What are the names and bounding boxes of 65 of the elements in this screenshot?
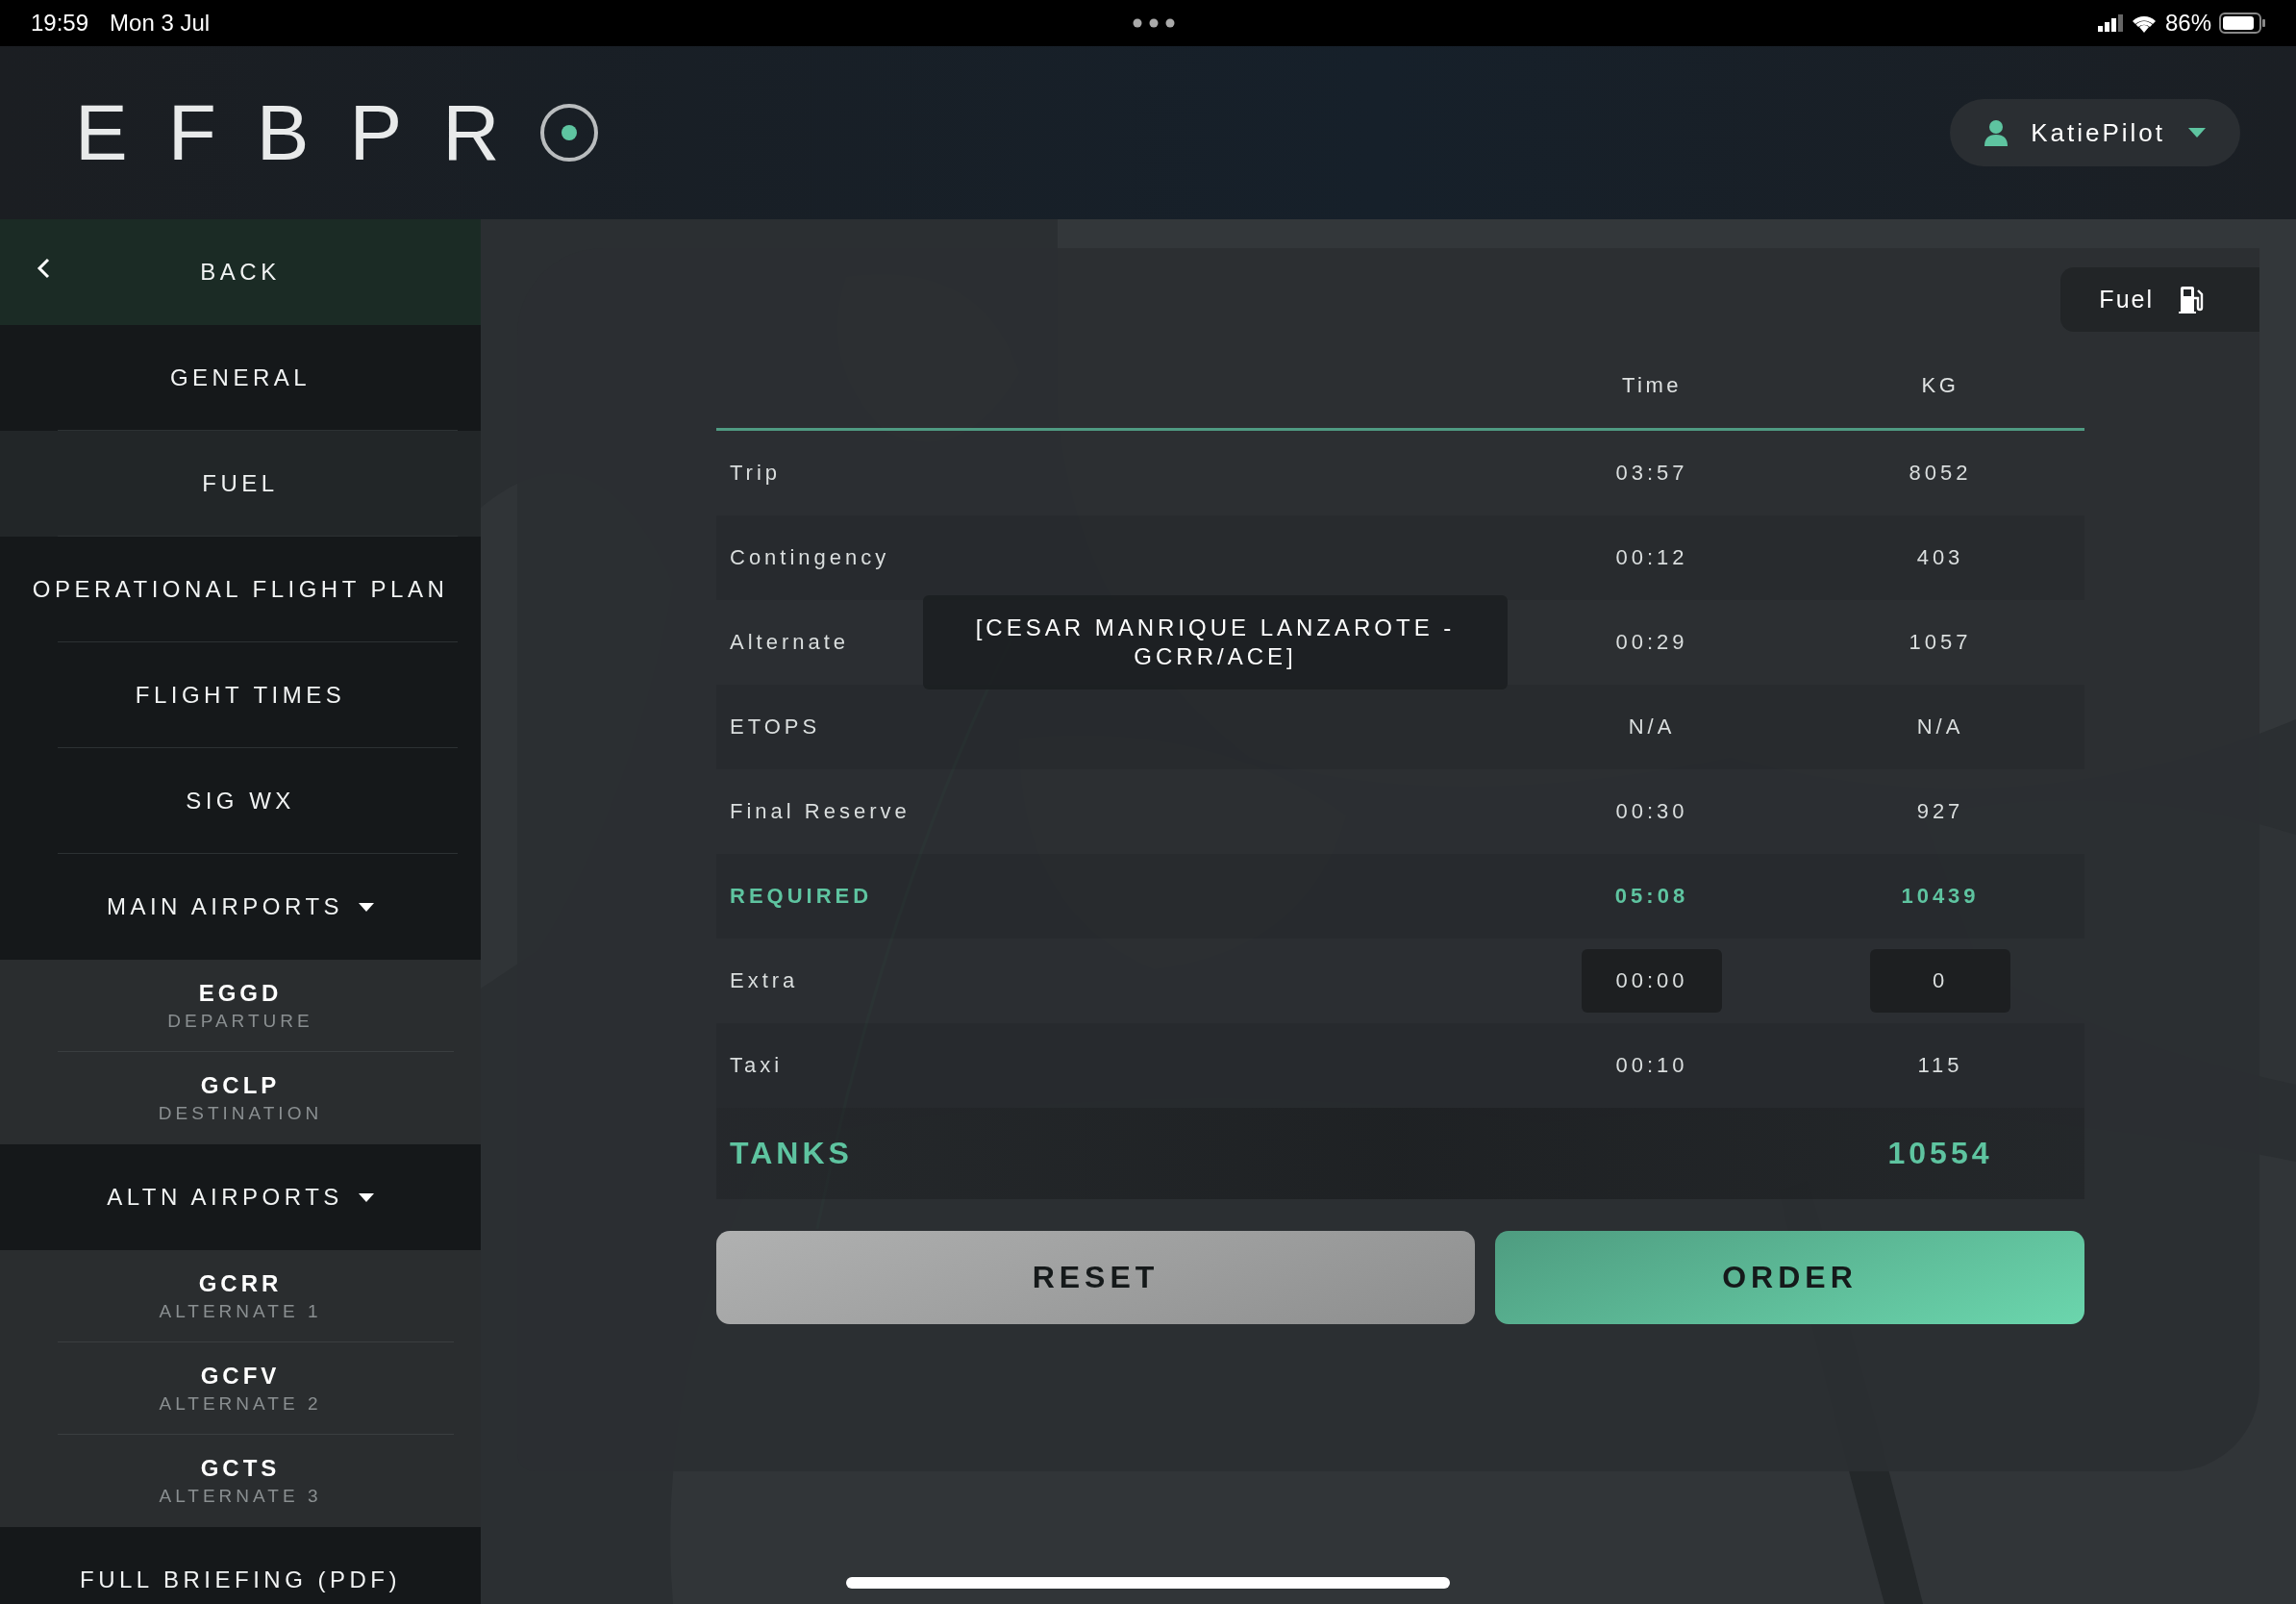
status-date: Mon 3 Jul bbox=[110, 10, 211, 37]
back-button[interactable]: BACK bbox=[0, 219, 481, 325]
kg-value: 403 bbox=[1916, 545, 1964, 570]
user-menu-button[interactable]: KatiePilot bbox=[1950, 99, 2240, 166]
kg-value: 8052 bbox=[1909, 461, 1972, 486]
row-label: Taxi bbox=[729, 1053, 785, 1078]
caret-icon bbox=[2188, 128, 2206, 138]
airport-item[interactable]: GCTS ALTERNATE 3 bbox=[0, 1435, 481, 1527]
airport-role: ALTERNATE 3 bbox=[159, 1486, 322, 1507]
row-label: ETOPS bbox=[729, 714, 822, 739]
logo-ring-icon bbox=[539, 103, 600, 163]
airport-role: DESTINATION bbox=[158, 1103, 323, 1124]
row-label: Final Reserve bbox=[729, 799, 911, 824]
airport-item[interactable]: EGGD DEPARTURE bbox=[0, 960, 481, 1052]
battery-icon bbox=[2219, 13, 2265, 34]
group-label: ALTN AIRPORTS bbox=[107, 1184, 343, 1211]
signal-icon bbox=[2097, 14, 2123, 32]
kg-value: 927 bbox=[1916, 799, 1964, 824]
airport-code: EGGD bbox=[198, 980, 283, 1007]
back-chevron-icon bbox=[37, 258, 50, 279]
airport-role: ALTERNATE 1 bbox=[159, 1301, 322, 1322]
kg-value: 10439 bbox=[1901, 884, 1980, 909]
sidebar-item[interactable]: FUEL bbox=[0, 431, 481, 537]
airport-item[interactable]: GCRR ALTERNATE 1 bbox=[0, 1250, 481, 1342]
column-header: KG bbox=[1920, 373, 1960, 398]
time-value: 05:08 bbox=[1614, 884, 1689, 909]
time-value: 03:57 bbox=[1615, 461, 1688, 486]
kg-value: 10554 bbox=[1887, 1136, 1993, 1171]
airport-item[interactable]: GCFV ALTERNATE 2 bbox=[0, 1342, 481, 1435]
reset-button[interactable]: RESET bbox=[716, 1231, 1475, 1324]
airport-item[interactable]: GCLP DESTINATION bbox=[0, 1052, 481, 1144]
airport-code: GCRR bbox=[198, 1270, 283, 1297]
time-value: 00:12 bbox=[1615, 545, 1688, 570]
kg-value: 1057 bbox=[1909, 630, 1972, 655]
row-label: TANKS bbox=[729, 1136, 854, 1171]
row-label: Extra bbox=[729, 968, 800, 993]
fuel-tab[interactable]: Fuel bbox=[2060, 267, 2259, 332]
back-label: BACK bbox=[200, 259, 281, 286]
time-value: 00:30 bbox=[1615, 799, 1688, 824]
fuel-pump-icon bbox=[2179, 286, 2204, 313]
more-icon[interactable] bbox=[1133, 18, 1176, 28]
airport-code: GCFV bbox=[200, 1363, 281, 1390]
kg-value: 115 bbox=[1917, 1053, 1963, 1078]
time-value: 00:10 bbox=[1615, 1053, 1688, 1078]
time-input-field[interactable]: 00:00 bbox=[1582, 949, 1722, 1013]
airport-role: ALTERNATE 2 bbox=[159, 1393, 322, 1415]
status-time: 19:59 bbox=[31, 10, 89, 37]
row-label: Contingency bbox=[729, 545, 891, 570]
airport-code: GCTS bbox=[200, 1455, 281, 1482]
time-value: 00:29 bbox=[1615, 630, 1688, 655]
row-label: Alternate bbox=[729, 630, 851, 655]
airport-role: DEPARTURE bbox=[167, 1011, 313, 1032]
alternate-airport-selector[interactable]: [CESAR MANRIQUE LANZAROTE - GCRR/ACE] bbox=[923, 595, 1508, 689]
order-button[interactable]: ORDER bbox=[1495, 1231, 2084, 1324]
app-logo-text: EFBPR bbox=[75, 93, 540, 172]
user-icon bbox=[1984, 119, 2009, 146]
battery-percent: 86% bbox=[2164, 10, 2211, 37]
row-label: Trip bbox=[729, 461, 783, 486]
time-value: N/A bbox=[1628, 714, 1676, 739]
row-label: REQUIRED bbox=[729, 884, 874, 909]
group-label: MAIN AIRPORTS bbox=[106, 893, 344, 920]
airport-code: GCLP bbox=[200, 1072, 281, 1099]
kg-input-field[interactable]: 0 bbox=[1870, 949, 2010, 1013]
kg-value: N/A bbox=[1916, 714, 1964, 739]
column-header: Time bbox=[1620, 373, 1684, 398]
